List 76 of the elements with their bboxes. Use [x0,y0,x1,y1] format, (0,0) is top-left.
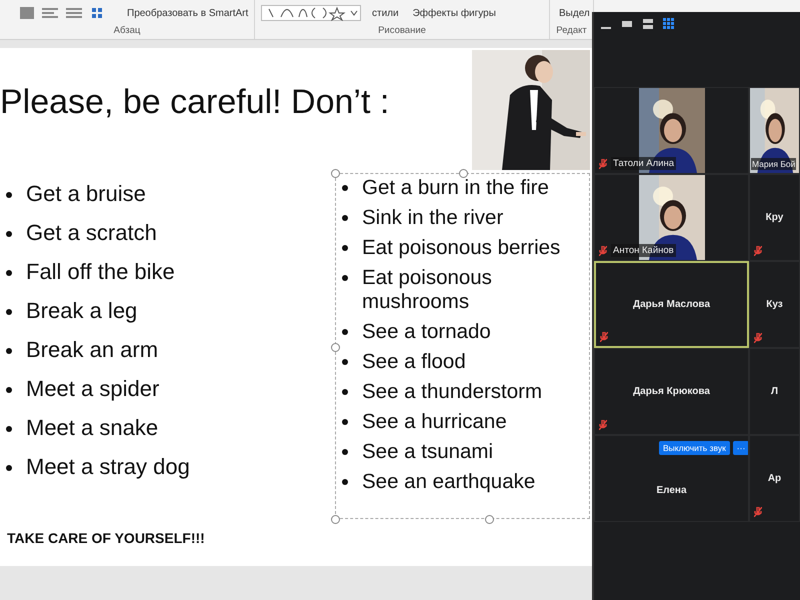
list-item: See a hurricane [362,410,507,434]
list-item: Sink in the river [362,206,504,230]
bullet-icon [342,245,348,251]
list-item: Meet a spider [26,376,160,402]
list-item: See an earthquake [362,470,536,494]
list-item: Meet a snake [26,415,158,441]
bullet-icon [342,389,348,395]
participant-tile[interactable]: Татоли Алина [594,87,749,174]
footer-text: TAKE CARE OF YOURSELF!!! [7,530,205,546]
bullet-icon [6,309,12,315]
participant-tile[interactable]: Ар [749,435,800,522]
list-item: Break a leg [26,298,138,324]
bullet-icon [342,359,348,365]
participant-action-button[interactable]: ··· [732,441,748,455]
single-view-icon[interactable] [621,18,633,30]
participant-tile[interactable]: Дарья Маслова [594,261,749,348]
participant-name: Дарья Маслова [632,299,710,310]
list-item: Eat poisonous berries [362,236,560,260]
bullet-icon [342,329,348,335]
list-item: Break an arm [26,337,158,363]
bullet-icon [6,465,12,471]
resize-handle[interactable] [459,169,468,178]
list-item: See a flood [362,350,466,374]
list-item: Get a bruise [26,181,146,207]
participant-tile[interactable]: Л [749,348,800,435]
participant-tile[interactable]: Выключить звук ··· Елена [594,435,749,522]
bullet-icon [6,192,12,198]
resize-handle[interactable] [331,343,340,352]
bullet-icon [6,348,12,354]
bullet-icon [342,479,348,485]
list-item: Meet a stray dog [26,454,190,480]
ribbon-button[interactable]: Преобразовать в SmartArt [124,6,252,20]
bullet-icon [6,270,12,276]
bullet-icon [6,387,12,393]
participant-name: Елена [656,485,687,496]
participant-tile[interactable]: Дарья Крюкова [594,348,749,435]
participant-action-button[interactable]: Выключить звук [659,441,730,455]
participant-tile[interactable]: Мария Бой [749,87,800,174]
bullet-icon [342,275,348,281]
ribbon-button[interactable]: Выдел [556,6,593,20]
participant-tile[interactable]: Кру [749,174,800,261]
bullet-icon [6,426,12,432]
participant-name: Татоли Алина [611,157,676,170]
participant-name: Л [770,386,778,397]
resize-handle[interactable] [485,515,494,524]
grid-view-icon[interactable] [663,18,675,30]
participant-name: Кру [766,212,784,223]
list-item: Get a scratch [26,220,157,246]
participant-name: Куз [766,299,783,310]
bullet-icon [342,419,348,425]
participant-name: Мария Бой [751,158,796,170]
ribbon-button[interactable]: стили [369,6,402,20]
list-item: See a tornado [362,320,491,344]
bullet-icon [342,185,348,191]
list-item: Fall off the bike [26,259,175,285]
bullet-icon [342,215,348,221]
bullet-icon [6,231,12,237]
resize-handle[interactable] [331,515,340,524]
stacked-view-icon[interactable] [642,18,654,30]
participant-tile[interactable]: Антон Кайнов [594,174,749,261]
resize-handle[interactable] [331,169,340,178]
group-label: Редакт [556,25,587,36]
participant-name: Антон Кайнов [611,244,676,257]
slide-title: Please, be careful! Don’t : [0,83,390,123]
participant-tile[interactable]: Куз [749,261,800,348]
list-item: See a tsunami [362,440,494,464]
list-item: Get a burn in the fire [362,176,549,200]
shapes-gallery-icon[interactable] [261,5,361,21]
participant-name: Дарья Крюкова [633,386,710,397]
list-item: Eat poisonous mushrooms [362,266,493,314]
group-label: Абзац [114,25,140,36]
list-item: See a thunderstorm [362,380,542,404]
ribbon-button[interactable]: Эффекты фигуры [410,6,499,20]
group-label: Рисование [378,25,426,36]
participant-name: Ар [768,473,782,484]
bullet-icon [342,449,348,455]
